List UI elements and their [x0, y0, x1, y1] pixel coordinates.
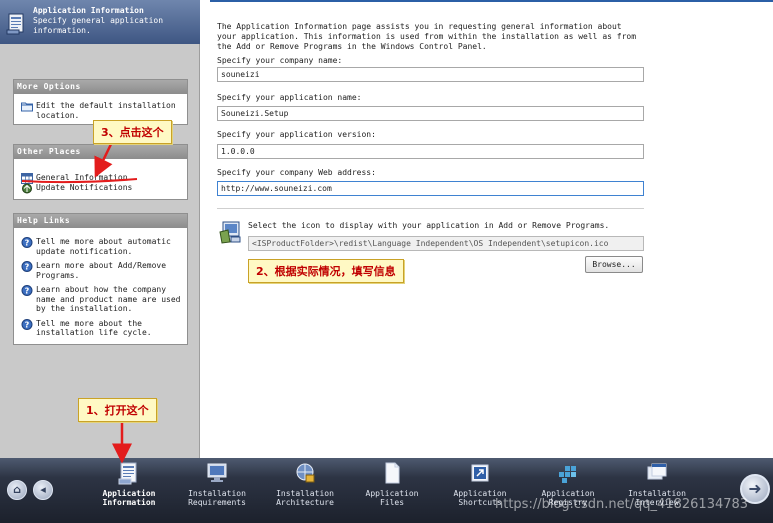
top-accent-line [210, 0, 773, 2]
add-remove-programs-icon [219, 221, 241, 244]
more-options-panel: More Options Edit the default installati… [13, 79, 188, 125]
registry-icon [559, 466, 576, 483]
page-subtitle: Specify general application information. [33, 16, 164, 35]
application-name-field[interactable]: Souneizi.Setup [217, 106, 644, 121]
nav-label: Installation Requirements [188, 489, 246, 507]
help-icon: ? [21, 285, 33, 296]
callout-fill-info: 2、根据实际情况，填写信息 [248, 259, 404, 283]
application-version-label: Specify your application version: [217, 130, 376, 139]
update-notifications-label: Update Notifications [36, 182, 133, 192]
general-information-label: General Information [36, 173, 128, 182]
general-information-link[interactable]: General Information [14, 173, 187, 184]
home-button[interactable]: ⌂ [7, 480, 27, 500]
help-links-title: Help Links [14, 214, 187, 228]
section-divider [217, 208, 644, 209]
installation-architecture-icon [296, 463, 315, 483]
help-link-label: Learn more about Add/Remove Programs. [36, 261, 167, 280]
nav-label: Application Files [365, 489, 419, 507]
nav-application-information[interactable]: Application Information [89, 461, 169, 517]
callout-open-this: 1、打开这个 [78, 398, 157, 422]
nav-application-files[interactable]: Application Files [352, 461, 432, 517]
file-icon [385, 462, 400, 484]
next-arrow-icon: ➜ [748, 479, 762, 498]
nav-label: Application Information [102, 489, 156, 507]
help-link-label: Tell me more about the installation life… [36, 318, 152, 338]
update-notifications-link[interactable]: Update Notifications [14, 183, 187, 193]
web-address-field[interactable]: http://www.souneizi.com [217, 181, 644, 196]
intro-text: The Application Information page assists… [217, 22, 637, 51]
svg-text:?: ? [25, 287, 30, 296]
help-link-label: Learn about how the company name and pro… [36, 285, 181, 313]
back-arrow-icon: ◂ [40, 483, 46, 496]
more-options-title: More Options [14, 80, 187, 94]
company-name-field[interactable]: souneizi [217, 67, 644, 82]
application-information-icon [118, 462, 137, 485]
update-icon [22, 183, 32, 193]
edit-install-location-label: Edit the default installation location. [36, 101, 176, 120]
nav-installation-requirements[interactable]: Installation Requirements [177, 461, 257, 517]
home-icon: ⌂ [13, 483, 21, 496]
other-places-title: Other Places [14, 145, 187, 159]
edit-install-location-link[interactable]: Edit the default installation location. [14, 101, 187, 120]
left-task-pane: Application Information Specify general … [0, 0, 200, 458]
help-links-panel: Help Links ? Tell me more about automati… [13, 213, 188, 345]
installation-requirements-icon [207, 463, 227, 482]
web-address-label: Specify your company Web address: [217, 168, 376, 177]
page-header: Application Information Specify general … [0, 0, 200, 44]
installation-interview-icon [647, 463, 667, 480]
browse-button[interactable]: Browse... [585, 256, 643, 273]
svg-text:?: ? [25, 263, 30, 272]
icon-select-label: Select the icon to display with your app… [248, 221, 610, 230]
company-name-label: Specify your company name: [217, 56, 343, 65]
help-icon: ? [21, 318, 33, 330]
svg-text:?: ? [25, 320, 30, 329]
page-title: Application Information [33, 6, 144, 15]
shortcut-icon [471, 464, 489, 482]
help-icon: ? [21, 237, 33, 248]
help-link-company-product-name[interactable]: ? Learn about how the company name and p… [14, 285, 187, 314]
back-button[interactable]: ◂ [33, 480, 53, 500]
help-link-label: Tell me more about automatic update noti… [36, 237, 171, 256]
callout-click-this: 3、点击这个 [93, 120, 172, 144]
help-link-add-remove[interactable]: ? Learn more about Add/Remove Programs. [14, 261, 187, 280]
folder-icon [21, 102, 33, 112]
nav-label: Installation Architecture [276, 489, 334, 507]
application-info-icon [6, 13, 24, 35]
help-icon: ? [21, 261, 33, 272]
help-link-life-cycle[interactable]: ? Tell me more about the installation li… [14, 318, 187, 338]
nav-installation-architecture[interactable]: Installation Architecture [265, 461, 345, 517]
application-name-label: Specify your application name: [217, 93, 362, 102]
icon-path-field[interactable]: <ISProductFolder>\redist\Language Indepe… [248, 236, 644, 251]
application-version-field[interactable]: 1.0.0.0 [217, 144, 644, 159]
other-places-panel: Other Places General Information Update … [13, 144, 188, 200]
watermark-text: https://blog.csdn.net/qq_41826134783 [495, 497, 749, 512]
svg-text:?: ? [25, 239, 30, 248]
help-link-update-notification[interactable]: ? Tell me more about automatic update no… [14, 237, 187, 256]
